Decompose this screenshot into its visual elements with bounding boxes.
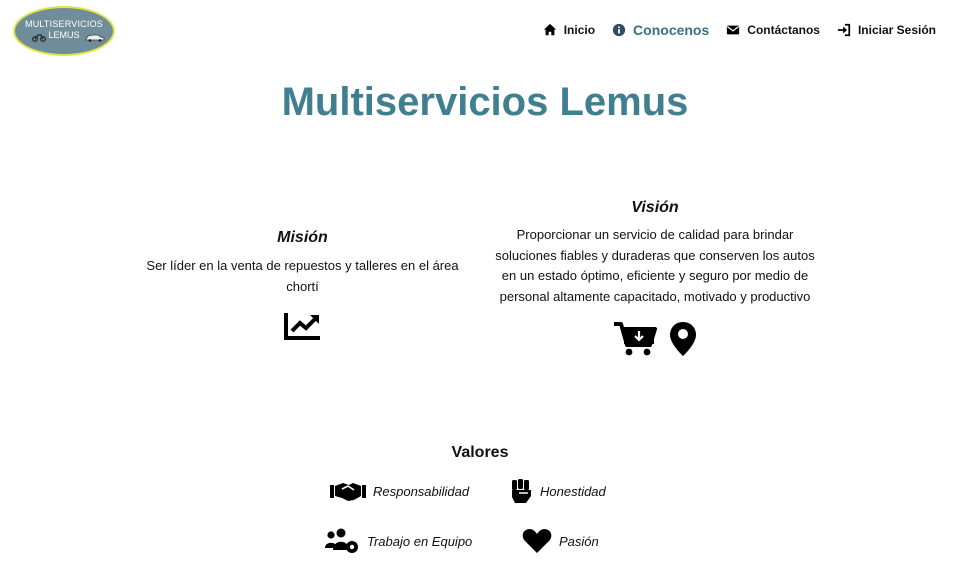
nav-inicio[interactable]: Inicio [543, 23, 595, 37]
cart-download-icon [614, 322, 657, 356]
map-marker-icon [670, 322, 696, 356]
valor-honestidad-label: Honestidad [540, 483, 606, 499]
mision-section: Misión Ser líder en la venta de repuesto… [140, 229, 465, 341]
valores-title: Valores [451, 444, 509, 461]
nav-inicio-label: Inicio [563, 23, 596, 37]
chart-line-icon [283, 313, 320, 340]
car-icon [85, 33, 105, 44]
logo-line1: MULTISERVICIOS [25, 19, 103, 29]
vision-text: Proporcionar un servicio de calidad para… [495, 227, 815, 304]
info-circle-icon [612, 23, 626, 37]
nav-contactanos-label: Contáctanos [747, 23, 820, 37]
main-nav: Inicio Conocenos Contáctanos Iniciar Ses… [526, 22, 936, 38]
valor-pasion-label: Pasión [559, 533, 599, 549]
nav-conocenos-label: Conocenos [633, 22, 710, 38]
mision-title: Misión [277, 229, 328, 246]
site-logo[interactable]: MULTISERVICIOS LEMUS [13, 6, 115, 56]
vision-section: Visión Proporcionar un servicio de calid… [490, 199, 820, 357]
nav-conocenos[interactable]: Conocenos [612, 22, 709, 38]
handshake-icon [330, 483, 366, 501]
valor-honestidad: Honestidad [511, 478, 606, 504]
vision-title: Visión [631, 199, 679, 216]
valor-pasion: Pasión [522, 528, 599, 554]
fist-icon [512, 479, 531, 503]
users-cog-icon [325, 528, 358, 553]
mision-text: Ser líder en la venta de repuestos y tal… [146, 258, 459, 294]
valor-trabajo-equipo-label: Trabajo en Equipo [367, 533, 473, 549]
motorcycle-icon [32, 32, 46, 44]
valor-trabajo-equipo: Trabajo en Equipo [324, 528, 472, 554]
envelope-icon [727, 25, 740, 35]
nav-login-label: Iniciar Sesión [857, 23, 936, 37]
nav-login[interactable]: Iniciar Sesión [837, 23, 936, 37]
home-icon [543, 23, 556, 36]
valor-responsabilidad: Responsabilidad [330, 480, 469, 502]
page-title: Multiservicios Lemus [281, 80, 689, 124]
heart-icon [522, 529, 552, 553]
sign-in-icon [837, 23, 851, 37]
valor-responsabilidad-label: Responsabilidad [373, 483, 470, 499]
nav-contactanos[interactable]: Contáctanos [726, 23, 820, 37]
